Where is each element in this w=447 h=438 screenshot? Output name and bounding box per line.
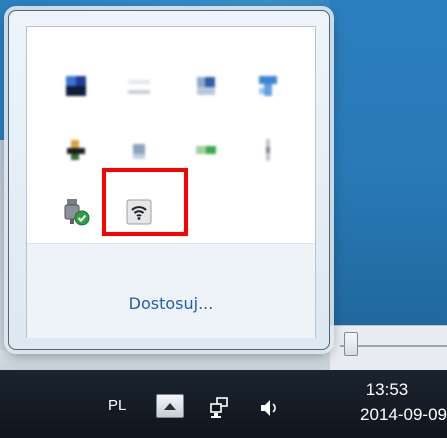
taskbar: PL 13:53 2014-09-09	[0, 370, 447, 438]
overflow-footer: Dostosuj...	[27, 243, 315, 338]
network-icon[interactable]	[209, 397, 231, 423]
tray-app-icon-5[interactable]	[59, 133, 93, 167]
chevron-up-icon	[164, 403, 176, 410]
usb-safely-remove-icon[interactable]	[59, 195, 93, 229]
tray-app-icon-4[interactable]	[251, 69, 285, 103]
language-indicator[interactable]: PL	[108, 397, 126, 414]
tray-app-icon-6[interactable]	[122, 133, 156, 167]
background-slider-thumb	[344, 332, 358, 356]
tray-app-icon-1[interactable]	[59, 69, 93, 103]
tray-app-icon-7[interactable]	[189, 133, 223, 167]
customize-link[interactable]: Dostosuj...	[27, 294, 315, 313]
tray-app-icon-8[interactable]	[251, 133, 285, 167]
volume-icon[interactable]	[258, 397, 280, 423]
tray-app-icon-3[interactable]	[189, 69, 223, 103]
tray-app-icon-2[interactable]	[122, 69, 156, 103]
show-hidden-icons-button[interactable]	[156, 394, 184, 418]
clock-date[interactable]: 2014-09-09	[321, 405, 447, 425]
highlight-box	[102, 168, 188, 236]
clock-time[interactable]: 13:53	[347, 380, 427, 400]
